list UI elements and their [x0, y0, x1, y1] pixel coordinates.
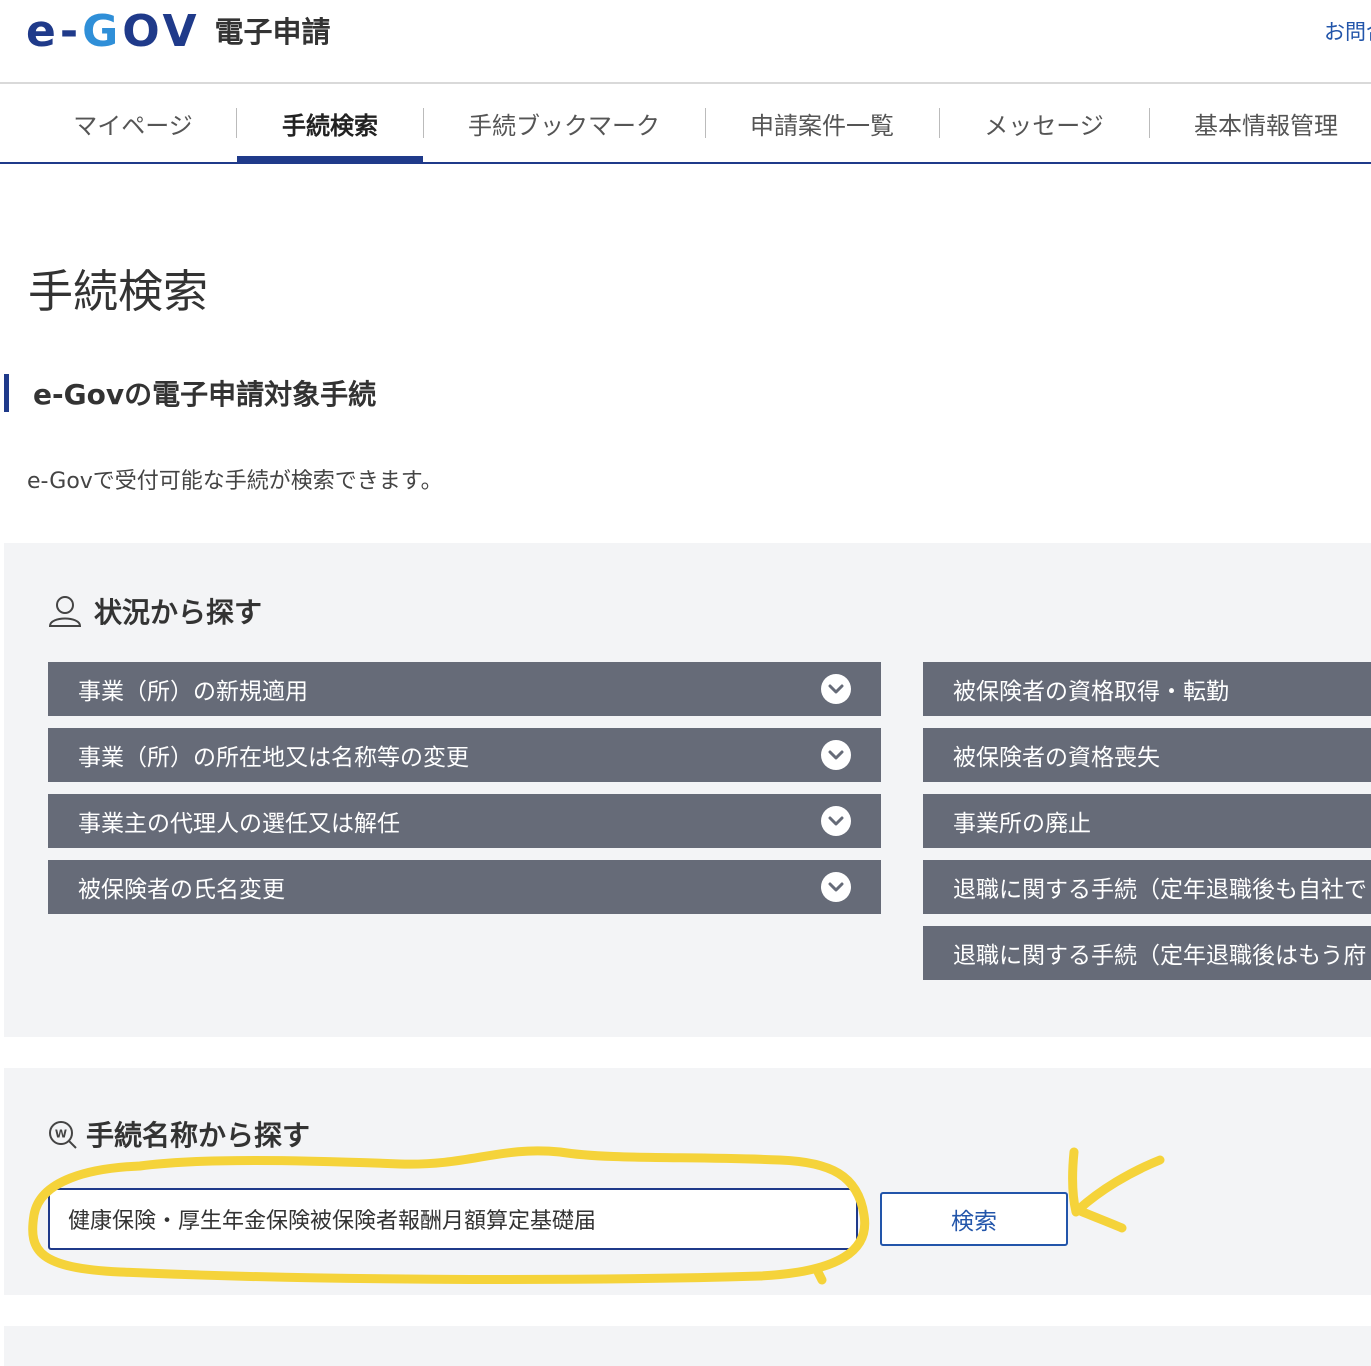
situation-item-label: 被保険者の氏名変更 [78, 877, 285, 903]
name-search-heading-text: 手続名称から探す [86, 1119, 311, 1152]
situation-search-panel: 状況から探す 事業（所）の新規適用 事業（所）の所在地又は名称等の変更 事業主の… [4, 543, 1371, 1037]
situation-heading: 状況から探す [48, 591, 262, 631]
situation-item[interactable]: 被保険者の資格取得・転勤 [923, 662, 1371, 716]
situation-item[interactable]: 事業主の代理人の選任又は解任 [48, 794, 881, 848]
situation-item[interactable]: 退職に関する手続（定年退職後はもう府 [923, 926, 1371, 980]
lead-text: e-Govで受付可能な手続が検索できます。 [27, 469, 443, 494]
nav-item-mypage[interactable]: マイページ [30, 84, 236, 162]
nav-item-bookmark[interactable]: 手続ブックマーク [424, 84, 704, 162]
situation-item[interactable]: 被保険者の氏名変更 [48, 860, 881, 914]
chevron-down-icon [821, 674, 851, 704]
situation-item[interactable]: 事業（所）の所在地又は名称等の変更 [48, 728, 881, 782]
situation-item-label: 事業（所）の所在地又は名称等の変更 [78, 745, 469, 771]
page-title: 手続検索 [28, 265, 209, 318]
situation-item-label: 事業主の代理人の選任又は解任 [78, 811, 400, 837]
nav-item-messages[interactable]: メッセージ [940, 84, 1148, 162]
nav-item-procedure-search[interactable]: 手続検索 [237, 84, 423, 164]
situation-item-label: 退職に関する手続（定年退職後も自社で [953, 877, 1367, 903]
situation-item[interactable]: 被保険者の資格喪失 [923, 728, 1371, 782]
name-search-panel: W 手続名称から探す [4, 1068, 1371, 1295]
situation-item[interactable]: 退職に関する手続（定年退職後も自社で [923, 860, 1371, 914]
name-search-heading: W 手続名称から探す [48, 1114, 310, 1154]
situation-item-label: 事業所の廃止 [953, 811, 1091, 837]
situation-item-label: 事業（所）の新規適用 [78, 679, 308, 705]
section-title: e-Govの電子申請対象手続 [4, 374, 376, 412]
app-name: 電子申請 [214, 15, 331, 49]
search-button[interactable]: 検索 [880, 1192, 1068, 1246]
procedure-name-input[interactable] [48, 1188, 858, 1250]
chevron-down-icon [821, 740, 851, 770]
egov-logo[interactable]: e-GOV 電子申請 [26, 6, 331, 58]
chevron-down-icon [821, 872, 851, 902]
user-icon [48, 594, 82, 628]
nav-item-basic-info[interactable]: 基本情報管理 [1150, 84, 1371, 162]
situation-heading-text: 状況から探す [94, 596, 263, 629]
contact-link[interactable]: お問合 [1324, 16, 1371, 46]
main-nav: マイページ 手続検索 手続ブックマーク 申請案件一覧 メッセージ 基本情報管理 [0, 84, 1371, 164]
next-panel [4, 1326, 1371, 1366]
section-title-text: e-Govの電子申請対象手続 [33, 378, 377, 411]
nav-item-application-list[interactable]: 申請案件一覧 [706, 84, 938, 162]
situation-item[interactable]: 事業所の廃止 [923, 794, 1371, 848]
site-header: e-GOV 電子申請 お問合 [0, 0, 1371, 84]
section-accent-bar [4, 374, 9, 412]
chevron-down-icon [821, 806, 851, 836]
situation-item-label: 被保険者の資格取得・転勤 [953, 679, 1229, 705]
logo-mark: e-GOV [26, 6, 201, 57]
situation-item[interactable]: 事業（所）の新規適用 [48, 662, 881, 716]
situation-item-label: 被保険者の資格喪失 [953, 745, 1160, 771]
situation-item-label: 退職に関する手続（定年退職後はもう府 [953, 943, 1367, 969]
word-search-icon: W [48, 1118, 78, 1150]
svg-text:W: W [55, 1128, 67, 1141]
